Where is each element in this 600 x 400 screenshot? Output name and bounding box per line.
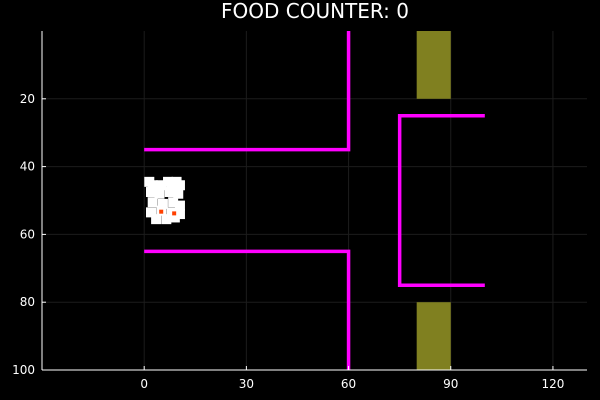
food-counter-title: FOOD COUNTER: 0 — [221, 0, 409, 23]
x-tick-label: 0 — [140, 377, 148, 391]
y-tick-label: 20 — [20, 92, 35, 106]
agent-marker — [159, 209, 164, 214]
x-tick-label: 120 — [541, 377, 564, 391]
top-food-source — [416, 31, 451, 99]
y-tick-label: 80 — [20, 295, 35, 309]
game-plot: FOOD COUNTER: 0 0 30 60 90 120 20 40 60 80 100 — [0, 0, 600, 400]
plot-background — [0, 0, 600, 400]
bottom-food-source — [416, 302, 451, 370]
agent — [151, 214, 162, 225]
y-tick-label: 40 — [20, 160, 35, 174]
agent — [146, 187, 156, 198]
agent — [164, 187, 175, 198]
agent — [161, 214, 172, 225]
x-tick-label: 90 — [443, 377, 458, 391]
y-tick-label: 100 — [12, 363, 35, 377]
agent-marker — [172, 211, 177, 216]
agent — [147, 197, 158, 208]
x-tick-label: 30 — [239, 377, 254, 391]
y-tick-label: 60 — [20, 227, 35, 241]
x-tick-label: 60 — [341, 377, 356, 391]
